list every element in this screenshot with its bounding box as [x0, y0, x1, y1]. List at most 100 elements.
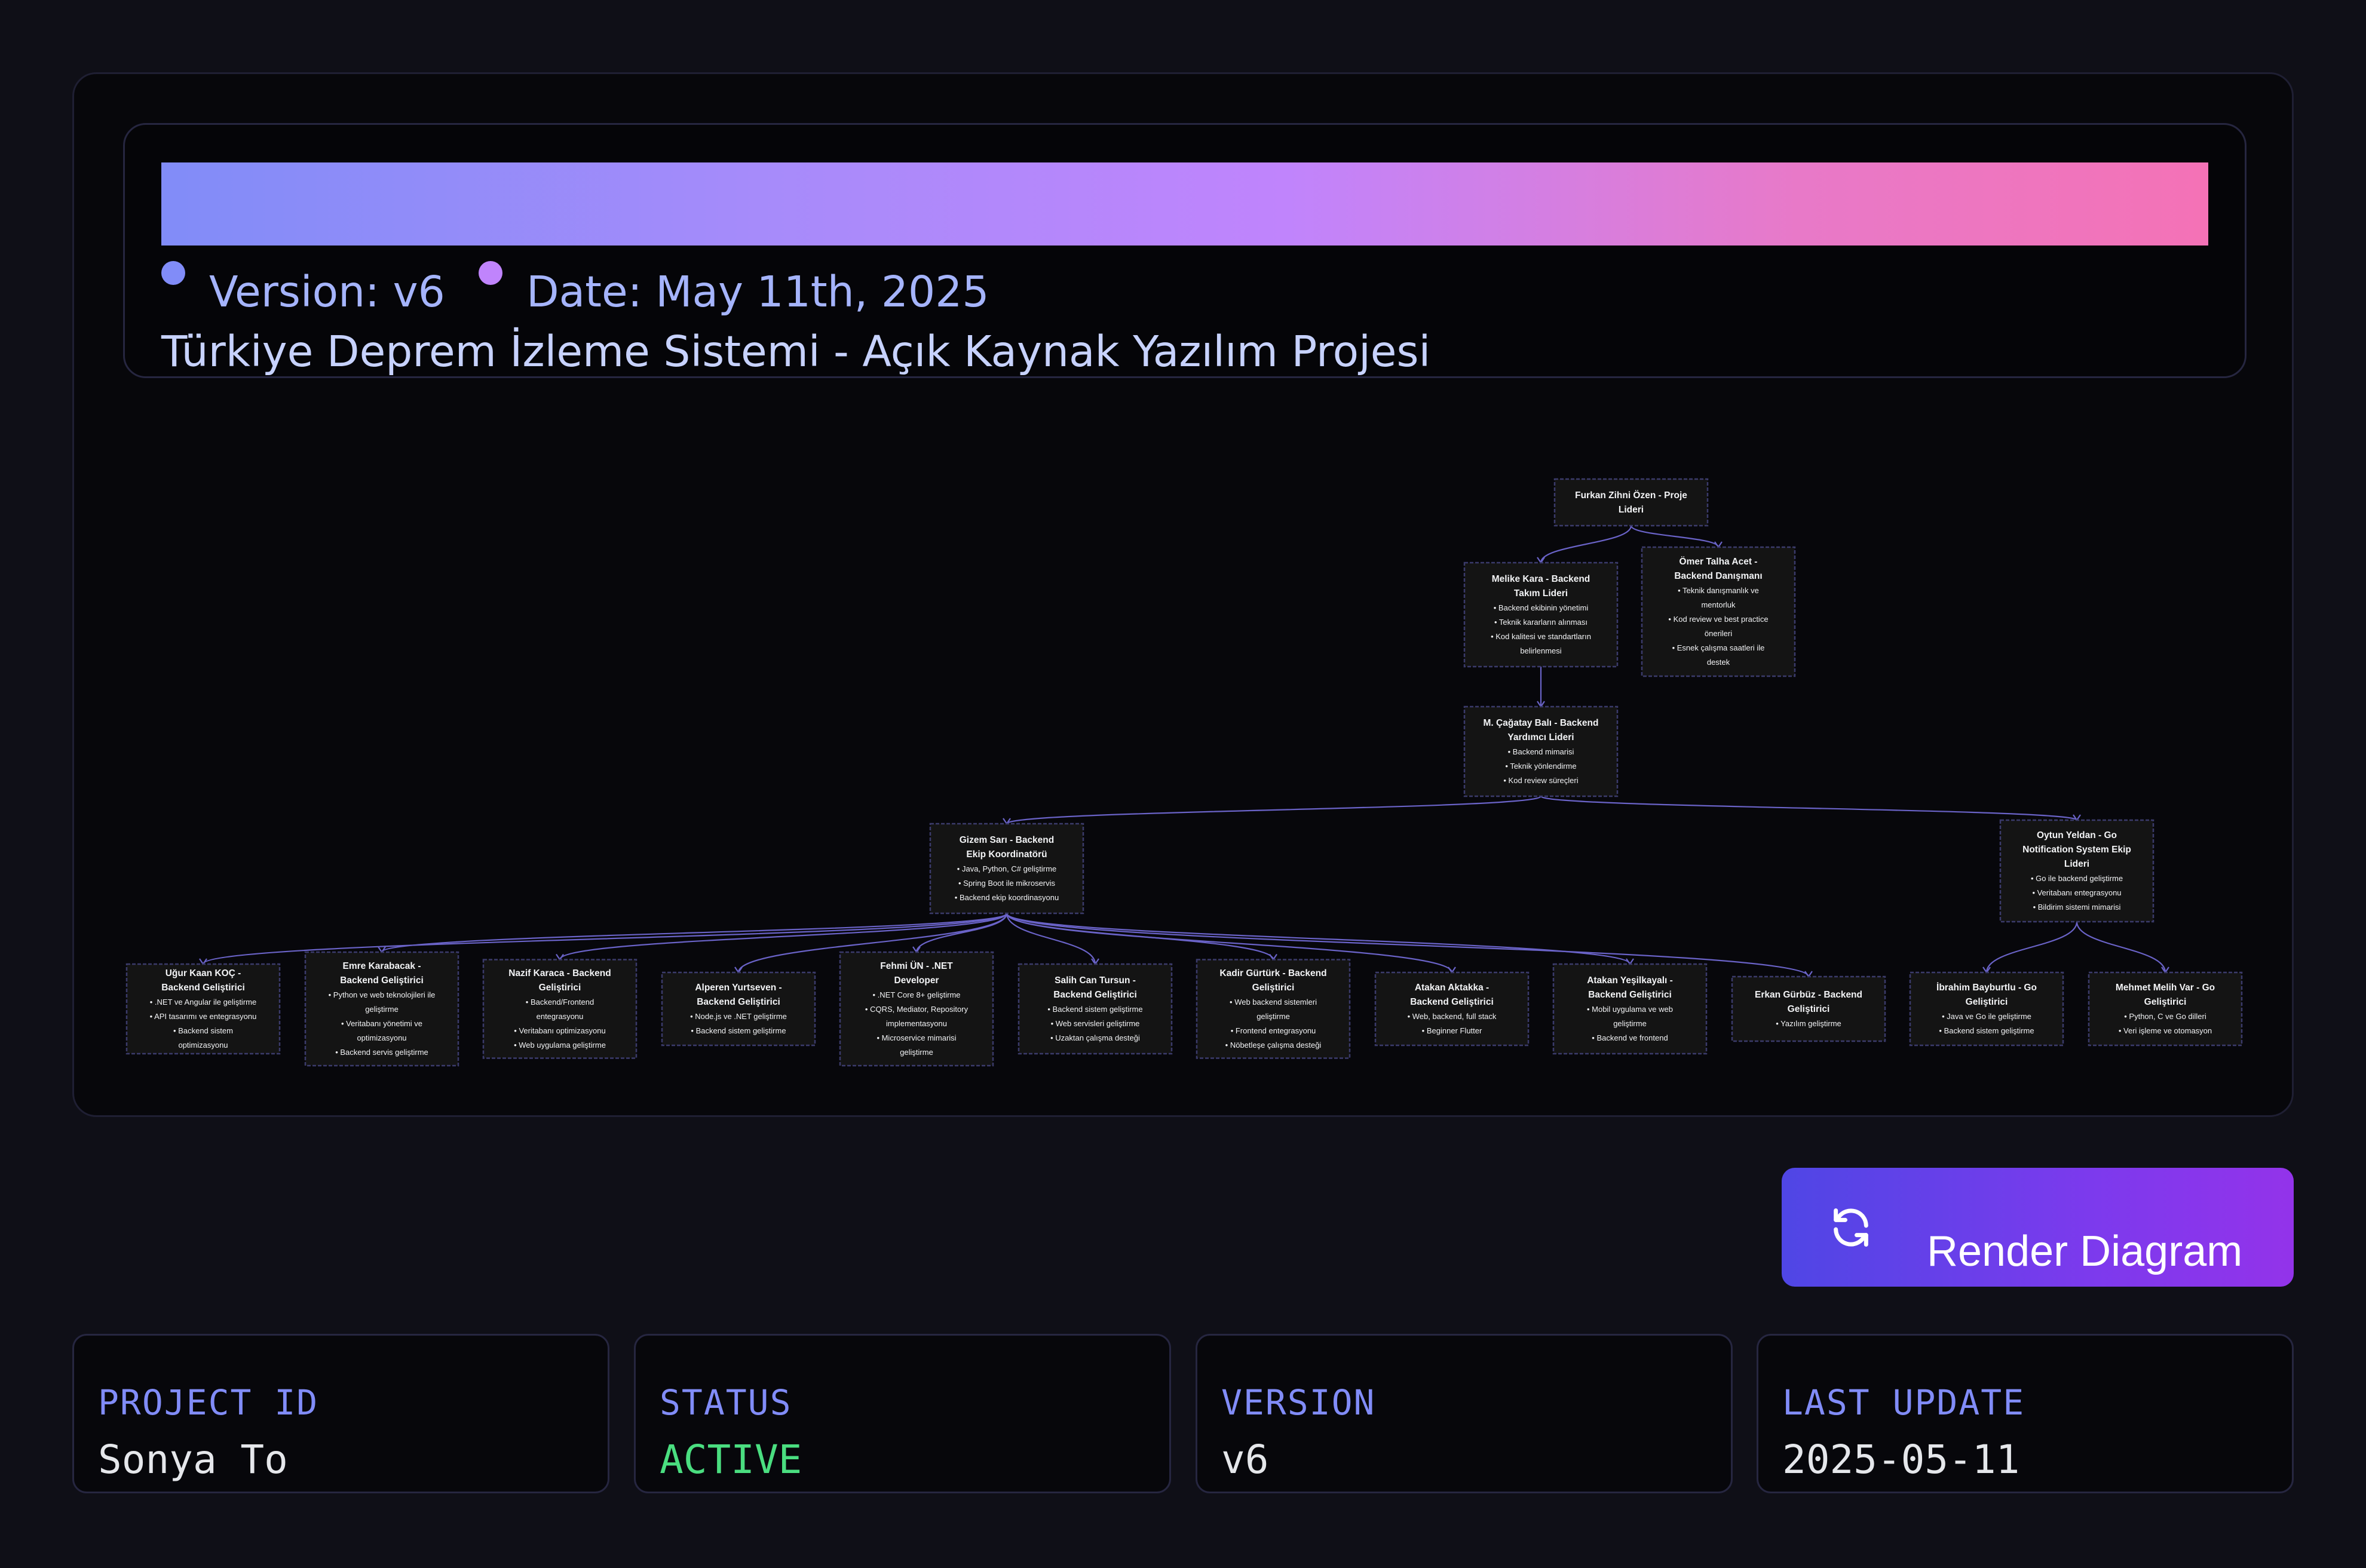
- node-furkan: Furkan Zihni Özen - Proje Lideri: [1553, 478, 1709, 527]
- node-text: • Go ile backend geliştirme: [2031, 874, 2123, 883]
- node-text: Salih Can Tursun -: [1055, 975, 1136, 986]
- node-salih: Salih Can Tursun - Backend Geliştirici • B…: [1017, 963, 1173, 1055]
- node-text: Furkan Zihni Özen - Proje: [1575, 490, 1687, 501]
- node-text: • Java, Python, C# geliştirme: [957, 864, 1056, 873]
- node-text: • Teknik kararların alınması: [1494, 618, 1587, 627]
- node-text: Backend Geliştirici: [697, 997, 780, 1007]
- node-text: Uğur Kaan KOÇ -: [166, 968, 241, 978]
- node-text: • Web, backend, full stack: [1408, 1012, 1497, 1021]
- node-text: • Teknik yönlendirme: [1505, 762, 1576, 771]
- edge-arrow-icon: [1804, 971, 1813, 978]
- node-text: implementasyonu: [886, 1019, 947, 1028]
- node-text: optimizasyonu: [178, 1041, 228, 1050]
- node-text: destek: [1707, 658, 1730, 667]
- edge-gizem-atakan_y: [1006, 913, 1631, 965]
- node-text: önerileri: [1705, 629, 1732, 638]
- node-text: geliştirme: [1613, 1019, 1647, 1028]
- node-text: entegrasyonu: [537, 1012, 584, 1021]
- node-gizem: Gizem Sarı - Backend Ekip Koordinatörü • J…: [929, 823, 1084, 915]
- node-text: Lideri: [1619, 505, 1644, 515]
- node-text: • Beginner Flutter: [1422, 1026, 1482, 1035]
- node-text: • Backend ve frontend: [1592, 1033, 1668, 1042]
- edge-arrow-icon: [1626, 958, 1634, 965]
- node-text: • Web backend sistemleri: [1230, 998, 1317, 1007]
- node-text: Developer: [894, 975, 939, 986]
- edge-arrow-icon: [734, 966, 743, 974]
- node-text: • Python, C ve Go dilleri: [2124, 1012, 2206, 1021]
- node-text: • Uzaktan çalışma desteği: [1050, 1033, 1140, 1042]
- node-text: • Node.js ve .NET geliştirme: [690, 1012, 787, 1021]
- node-text: Erkan Gürbüz - Backend: [1755, 990, 1862, 1000]
- node-text: • .NET Core 8+ geliştirme: [873, 990, 961, 999]
- stat-value: v6: [1221, 1437, 1269, 1483]
- node-text: Alperen Yurtseven -: [695, 983, 781, 993]
- node-box: [1553, 478, 1709, 527]
- stat-label: LAST UPDATE: [1782, 1382, 2025, 1423]
- status-badge: ACTIVE: [660, 1437, 802, 1483]
- edge-arrow-icon: [199, 958, 207, 965]
- node-text: • Veritabanı entegrasyonu: [2032, 888, 2121, 897]
- edge-arrow-icon: [1714, 541, 1723, 548]
- node-alperen: Alperen Yurtseven - Backend Geliştirici • …: [661, 971, 816, 1047]
- node-text: • Esnek çalışma saatleri ile: [1672, 643, 1765, 652]
- stat-card-last-update: LAST UPDATE 2025-05-11: [1757, 1334, 2294, 1493]
- node-text: Notification System Ekip: [2022, 845, 2131, 855]
- node-text: • Backend sistem geliştirme: [1047, 1005, 1142, 1014]
- node-text: • Bildirim sistemi mimarisi: [2033, 903, 2121, 912]
- node-omer: Ömer Talha Acet - Backend Danışmanı • Tekn…: [1641, 546, 1796, 677]
- node-text: • CQRS, Mediator, Repository: [865, 1005, 969, 1014]
- stat-label: PROJECT ID: [98, 1382, 319, 1423]
- node-text: • Backend sistem: [173, 1026, 233, 1035]
- node-text: Backend Geliştirici: [340, 975, 424, 986]
- node-text: optimizasyonu: [357, 1033, 406, 1042]
- node-text: Atakan Yeşilkayalı -: [1587, 975, 1673, 986]
- edge-arrow-icon: [1448, 966, 1456, 974]
- node-fehmi: Fehmi ÜN - .NET Developer • .NET Core 8+ g…: [839, 951, 994, 1067]
- render-diagram-button[interactable]: Render Diagram: [1782, 1168, 2294, 1287]
- node-text: Melike Kara - Backend: [1492, 574, 1590, 584]
- node-oytun: Oytun Yeldan - Go Notification System Eki…: [1999, 819, 2154, 923]
- stat-label: VERSION: [1221, 1382, 1376, 1423]
- node-text: Gizem Sarı - Backend: [960, 835, 1055, 845]
- stat-card-status: STATUS ACTIVE: [634, 1334, 1171, 1493]
- node-text: • Teknik danışmanlık ve: [1678, 586, 1759, 595]
- node-text: mentorluk: [1701, 600, 1736, 609]
- node-cagatay: M. Çağatay Balı - Backend Yardımcı Lideri…: [1463, 705, 1619, 797]
- node-text: • Backend servis geliştirme: [335, 1048, 428, 1057]
- edge-arrow-icon: [1269, 953, 1277, 961]
- edge-cagatay-oytun: [1540, 795, 2078, 821]
- render-diagram-label: Render Diagram: [1927, 1228, 2243, 1275]
- stat-card-version: VERSION v6: [1196, 1334, 1733, 1493]
- node-text: Backend Danışmanı: [1674, 571, 1762, 581]
- node-text: • Veri işleme ve otomasyon: [2119, 1026, 2212, 1035]
- node-text: Backend Geliştirici: [1588, 990, 1672, 1000]
- node-text: Backend Geliştirici: [1053, 990, 1137, 1000]
- edge-furkan-omer: [1630, 525, 1720, 548]
- node-text: • Mobil uygulama ve web: [1587, 1005, 1673, 1014]
- node-text: • Backend ekibinin yönetimi: [1494, 603, 1589, 612]
- node-mehmet: Mehmet Melih Var - Go Geliştirici • Python…: [2088, 971, 2243, 1047]
- node-text: • Backend ekip koordinasyonu: [955, 893, 1059, 902]
- node-emre: Emre Karabacak - Backend Geliştirici • Pyt…: [304, 951, 459, 1067]
- node-text: • Python ve web teknolojileri ile: [329, 990, 436, 999]
- node-text: Emre Karabacak -: [343, 961, 421, 971]
- node-text: • Backend sistem geliştirme: [691, 1026, 786, 1035]
- node-text: • Java ve Go ile geliştirme: [1942, 1012, 2031, 1021]
- edge-oytun-mehmet: [2076, 921, 2166, 973]
- node-text: Nazif Karaca - Backend: [508, 968, 611, 978]
- node-text: belirlenmesi: [1520, 646, 1561, 655]
- node-text: • Kod kalitesi ve standartların: [1491, 632, 1591, 641]
- edge-arrow-icon: [378, 946, 386, 953]
- stat-value: 2025-05-11: [1782, 1437, 2020, 1483]
- node-text: Geliştirici: [1966, 997, 2008, 1007]
- node-text: Geliştirici: [1788, 1004, 1830, 1014]
- edge-arrow-icon: [2073, 814, 2081, 821]
- node-text: M. Çağatay Balı - Backend: [1484, 718, 1599, 728]
- node-text: • Nöbetleşe çalışma desteği: [1225, 1041, 1322, 1050]
- node-text: • Spring Boot ile mikroservis: [958, 879, 1056, 888]
- node-text: Kadir Gürtürk - Backend: [1219, 968, 1326, 978]
- edge-cagatay-gizem: [1006, 795, 1542, 825]
- node-text: • Kod review süreçleri: [1503, 776, 1578, 785]
- node-text: Fehmi ÜN - .NET: [880, 961, 953, 971]
- node-text: Ekip Koordinatörü: [966, 849, 1047, 860]
